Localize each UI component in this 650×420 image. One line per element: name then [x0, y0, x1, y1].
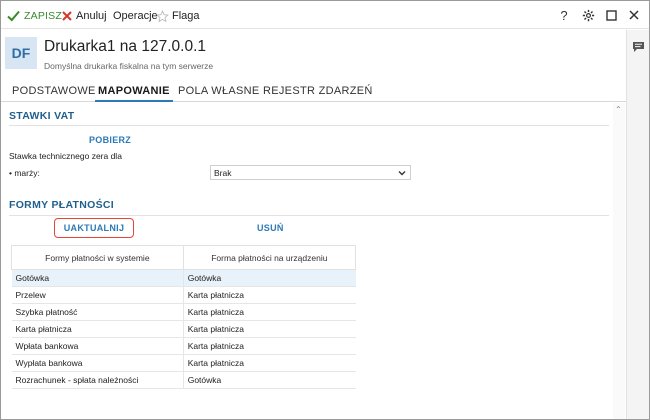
tab-podstawowe[interactable]: PODSTAWOWE — [9, 85, 99, 102]
table-cell: Wypłata bankowa — [11, 354, 184, 372]
vat-section-title: STAWKI VAT — [9, 110, 75, 122]
table-cell: Karta płatnicza — [182, 286, 356, 304]
table-row[interactable]: Rozrachunek - spłata należności Gotówka — [11, 371, 356, 389]
divider — [9, 215, 609, 216]
comment-icon — [633, 42, 644, 52]
avatar: DF — [5, 37, 37, 69]
table-cell: Rozrachunek - spłata należności — [11, 371, 184, 389]
settings-button[interactable] — [580, 7, 596, 23]
tab-rejestr-zdarzen[interactable]: REJESTR ZDARZEŃ — [260, 85, 376, 102]
checkmark-icon — [7, 10, 20, 22]
table-cell: Przelew — [11, 286, 184, 304]
update-button[interactable]: UAKTUALNIJ — [54, 218, 134, 238]
table-cell: Wpłata bankowa — [11, 337, 184, 355]
table-cell: Karta płatnicza — [11, 320, 184, 338]
rate-label-line2: • marży: — [9, 168, 40, 178]
zero-rate-value: Brak — [214, 167, 232, 178]
table-row[interactable]: Wypłata bankowa Karta płatnicza — [11, 354, 356, 372]
table-row[interactable]: Szybka płatność Karta płatnicza — [11, 303, 356, 321]
close-window-button[interactable] — [626, 7, 642, 23]
table-cell: Gotówka — [182, 371, 356, 389]
gear-icon — [582, 9, 594, 21]
help-button[interactable]: ? — [556, 7, 572, 23]
flag-button[interactable]: Flaga — [156, 8, 200, 24]
operations-menu[interactable]: Operacje — [113, 8, 158, 24]
tab-pola-wlasne[interactable]: POLA WŁASNE — [175, 85, 263, 102]
table-row[interactable]: Karta płatnicza Karta płatnicza — [11, 320, 356, 338]
close-icon — [62, 11, 72, 21]
table-row[interactable]: Przelew Karta płatnicza — [11, 286, 356, 304]
rate-label-line1: Stawka technicznego zera dla — [9, 151, 122, 161]
table-cell: Karta płatnicza — [182, 354, 356, 372]
chevron-down-icon — [398, 171, 406, 176]
table-cell: Karta płatnicza — [182, 303, 356, 321]
side-rail — [626, 30, 649, 419]
page-title: Drukarka1 na 127.0.0.1 — [44, 38, 206, 55]
table-header-row: Formy płatności w systemie Forma płatnoś… — [11, 245, 357, 270]
column-header-system[interactable]: Formy płatności w systemie — [11, 245, 184, 270]
payment-section-title: FORMY PŁATNOŚCI — [9, 199, 115, 211]
toolbar: ZAPISZ Anuluj Operacje Flaga ? — [1, 1, 649, 29]
divider — [9, 125, 609, 126]
table-cell: Gotówka — [11, 269, 184, 287]
update-label: UAKTUALNIJ — [63, 223, 125, 233]
zero-rate-select[interactable]: Brak — [210, 165, 411, 180]
maximize-button[interactable] — [603, 7, 619, 23]
flag-label: Flaga — [172, 10, 200, 22]
mapping-panel: ⌃ STAWKI VAT POBIERZ Stawka technicznego… — [1, 103, 626, 419]
scroll-up-icon[interactable]: ⌃ — [615, 105, 622, 114]
close-window-icon — [629, 10, 639, 20]
tab-mapowanie[interactable]: MAPOWANIE — [95, 85, 173, 102]
table-cell: Gotówka — [182, 269, 356, 287]
table-cell: Szybka płatność — [11, 303, 184, 321]
table-cell: Karta płatnicza — [182, 337, 356, 355]
document-header: DF Drukarka1 na 127.0.0.1 Domyślna druka… — [1, 30, 626, 82]
star-icon — [156, 9, 169, 22]
fetch-button[interactable]: POBIERZ — [89, 135, 131, 145]
cancel-button[interactable]: Anuluj — [62, 8, 107, 24]
payment-mapping-table: Formy płatności w systemie Forma płatnoś… — [11, 245, 357, 389]
tab-bar: PODSTAWOWE MAPOWANIE POLA WŁASNE REJESTR… — [1, 82, 626, 102]
save-button[interactable]: ZAPISZ — [7, 8, 62, 24]
column-header-device[interactable]: Forma płatności na urządzeniu — [182, 245, 357, 270]
operations-label: Operacje — [113, 10, 158, 22]
cancel-label: Anuluj — [76, 10, 107, 22]
help-icon: ? — [560, 7, 568, 23]
maximize-icon — [605, 9, 617, 21]
vertical-scrollbar[interactable]: ⌃ — [613, 103, 625, 419]
table-cell: Karta płatnicza — [182, 320, 356, 338]
delete-button[interactable]: USUŃ — [257, 223, 284, 233]
table-row[interactable]: Gotówka Gotówka — [11, 269, 356, 287]
save-label: ZAPISZ — [24, 10, 62, 22]
comments-button[interactable] — [632, 40, 645, 58]
table-row[interactable]: Wpłata bankowa Karta płatnicza — [11, 337, 356, 355]
page-subtitle: Domyślna drukarka fiskalna na tym serwer… — [44, 61, 214, 71]
